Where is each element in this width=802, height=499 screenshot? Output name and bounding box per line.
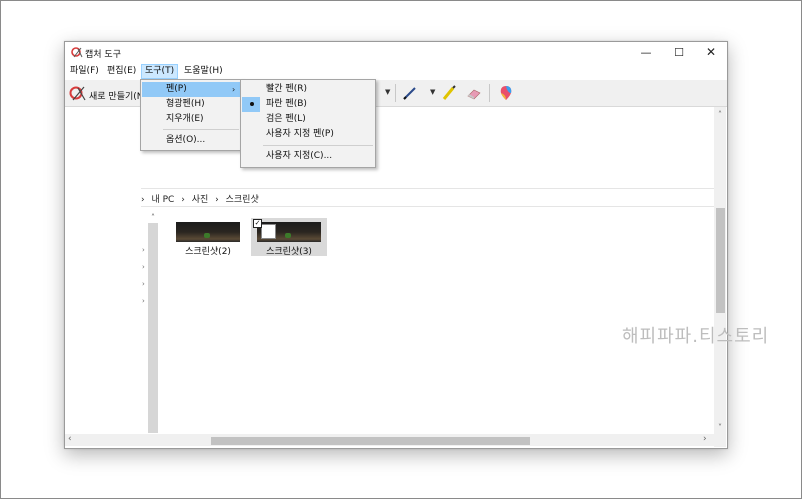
breadcrumb-chevron-icon: › xyxy=(181,195,185,205)
menu-separator xyxy=(163,129,239,130)
menu-item-highlighter-label: 형광펜(H) xyxy=(166,99,205,109)
menu-item-red-pen-label: 빨간 펜(R) xyxy=(266,84,307,94)
breadcrumb-pc[interactable]: 내 PC xyxy=(151,195,174,205)
menu-item-black-pen[interactable]: 검은 펜(L) xyxy=(242,112,374,127)
menu-item-pen[interactable]: 펜(P) › xyxy=(142,82,241,97)
scroll-left-icon[interactable]: ‹ xyxy=(68,434,72,444)
scroll-right-icon[interactable]: › xyxy=(703,434,707,444)
nav-chevron-icon[interactable]: › xyxy=(142,297,145,305)
snip-selection-overlay xyxy=(261,224,276,239)
breadcrumb-top-border xyxy=(141,188,714,189)
blog-watermark: 해피파파.티스토리 xyxy=(622,326,770,347)
menu-tools[interactable]: 도구(T) xyxy=(141,64,179,79)
toolbar-separator-2 xyxy=(489,84,490,102)
menu-item-blue-pen[interactable]: 파란 펜(B) xyxy=(260,97,373,112)
menu-item-red-pen[interactable]: 빨간 펜(R) xyxy=(242,82,374,97)
menu-item-customize-label: 사용자 지정(C)... xyxy=(266,151,333,161)
new-snip-label: 새로 만들기(N) xyxy=(89,92,148,102)
nav-chevron-icon[interactable]: › xyxy=(142,246,145,254)
menu-item-customize[interactable]: 사용자 지정(C)... xyxy=(242,149,374,164)
menu-item-eraser[interactable]: 지우개(E) xyxy=(142,112,241,127)
maximize-button[interactable]: ☐ xyxy=(663,42,695,63)
breadcrumb-chevron-icon: › xyxy=(141,195,145,205)
radio-bullet-icon xyxy=(250,102,254,106)
checkbox-icon[interactable]: ✓ xyxy=(253,219,262,228)
chevron-up-icon[interactable]: ˄ xyxy=(147,213,159,223)
pen-icon[interactable] xyxy=(401,84,419,102)
menu-help[interactable]: 도움말(H) xyxy=(181,64,226,79)
menu-item-pen-label: 펜(P) xyxy=(166,84,187,94)
menu-item-highlighter[interactable]: 형광펜(H) xyxy=(142,97,241,112)
horizontal-scroll-thumb[interactable] xyxy=(211,437,530,445)
nav-chevron-icon[interactable]: › xyxy=(142,263,145,271)
menu-item-custom-pen-label: 사용자 지정 펜(P) xyxy=(266,129,334,139)
file-name-selected[interactable]: 스크린샷(3) xyxy=(251,244,327,257)
breadcrumb-pictures[interactable]: 사진 xyxy=(192,195,209,205)
menu-edit[interactable]: 편집(E) xyxy=(104,64,139,79)
breadcrumb-chevron-icon: › xyxy=(215,195,219,205)
menu-item-black-pen-label: 검은 펜(L) xyxy=(266,114,306,124)
title-bar: 캡처 도구 — ☐ ✕ xyxy=(65,42,727,63)
menu-item-blue-pen-label: 파란 펜(B) xyxy=(266,99,307,109)
snip-canvas: › 내 PC › 사진 › 스크린샷 ˄ › › › › 스크린샷(2) ✓ 스… xyxy=(65,107,727,447)
pen-dropdown-icon[interactable]: ▼ xyxy=(430,88,435,96)
scroll-down-icon[interactable]: ˅ xyxy=(714,423,726,432)
nav-chevron-icon[interactable]: › xyxy=(142,280,145,288)
menu-bar: 파일(F) 편집(E) 도구(T) 도움말(H) xyxy=(65,64,727,79)
nav-pane-scrollbar[interactable] xyxy=(148,216,158,433)
breadcrumb-screenshots[interactable]: 스크린샷 xyxy=(226,195,259,205)
paint3d-icon[interactable] xyxy=(497,84,515,102)
minimize-button[interactable]: — xyxy=(630,42,662,63)
menu-item-options[interactable]: 옵션(O)... xyxy=(142,133,241,148)
eraser-icon[interactable] xyxy=(465,84,483,102)
pen-submenu: 빨간 펜(R) 파란 펜(B) 검은 펜(L) 사용자 지정 펜(P) 사용자 … xyxy=(240,79,376,168)
file-thumbnail[interactable] xyxy=(176,222,240,242)
menu-item-eraser-label: 지우개(E) xyxy=(166,114,204,124)
scroll-up-icon[interactable]: ˄ xyxy=(714,110,726,119)
menu-separator xyxy=(263,145,373,146)
toolbar-separator xyxy=(395,84,396,102)
menu-file[interactable]: 파일(F) xyxy=(67,64,102,79)
submenu-arrow-icon: › xyxy=(232,85,236,94)
new-snip-icon xyxy=(69,86,86,101)
breadcrumb: › 내 PC › 사진 › 스크린샷 xyxy=(141,192,259,205)
vertical-scroll-thumb[interactable] xyxy=(716,208,725,313)
breadcrumb-bottom-border xyxy=(141,206,714,207)
snipping-tool-icon xyxy=(71,47,83,58)
menu-item-custom-pen[interactable]: 사용자 지정 펜(P) xyxy=(242,127,374,142)
window-title: 캡처 도구 xyxy=(85,50,121,60)
highlighter-icon[interactable] xyxy=(440,84,458,102)
chevron-down-icon[interactable]: ▼ xyxy=(385,88,390,96)
close-button[interactable]: ✕ xyxy=(695,42,727,63)
tools-menu: 펜(P) › 형광펜(H) 지우개(E) 옵션(O)... xyxy=(140,79,243,151)
file-name[interactable]: 스크린샷(2) xyxy=(170,244,246,257)
menu-item-options-label: 옵션(O)... xyxy=(166,135,206,145)
